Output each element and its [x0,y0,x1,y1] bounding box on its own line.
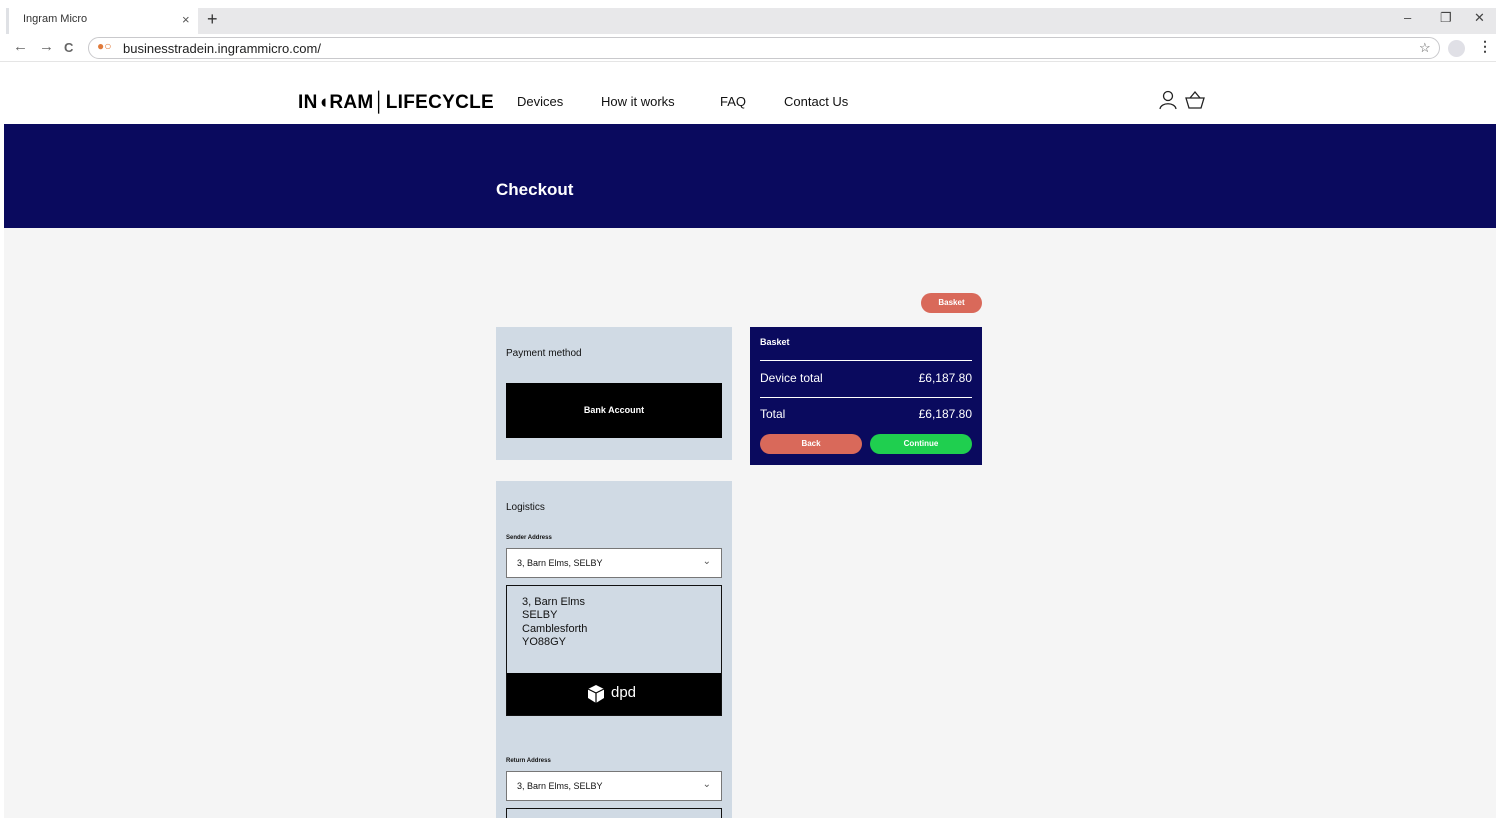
logistics-panel: Logistics Sender Address 3, Barn Elms, S… [496,481,732,820]
forward-arrow-icon[interactable]: → [39,39,54,55]
payment-method-heading: Payment method [506,348,582,359]
summary-title: Basket [760,337,790,347]
summary-divider [760,397,972,398]
address-bar-row: ← → C ●○ businesstradein.ingrammicro.com… [0,34,1496,62]
address-line: YO88GY [522,636,567,648]
sender-address-select[interactable]: 3, Barn Elms, SELBY ⌄ [506,548,722,578]
browser-menu-icon[interactable]: ⋮ [1478,38,1492,55]
tab-title: Ingram Micro [23,13,88,25]
page-title: Checkout [496,180,574,199]
return-address-label: Return Address [506,758,551,764]
basket-pill-button[interactable]: Basket [921,293,982,313]
new-tab-button[interactable]: + [207,10,218,28]
url-text: businesstradein.ingrammicro.com/ [123,41,321,56]
summary-divider [760,360,972,361]
payment-method-panel: Payment method Bank Account [496,327,732,460]
nav-contact-us[interactable]: Contact Us [784,94,848,109]
minimize-icon[interactable]: – [1404,10,1411,25]
bookmark-star-icon[interactable]: ☆ [1419,40,1431,56]
chevron-down-icon: ⌄ [702,779,711,790]
sender-address-label: Sender Address [506,535,552,541]
site-header: IN◖RAM│LIFECYCLE Devices How it works FA… [4,62,1496,124]
reload-icon[interactable]: C [64,40,73,56]
total-value: £6,187.80 [918,407,972,421]
checkout-hero: Checkout [4,124,1496,228]
close-window-icon[interactable]: ✕ [1474,10,1485,26]
browser-tab-bar: Ingram Micro × + – ❐ ✕ [0,0,1496,34]
nav-faq[interactable]: FAQ [720,94,746,109]
total-label: Total [760,407,786,421]
carrier-dpd-bar: dpd [507,673,721,715]
checkout-main: Basket Payment method Bank Account Baske… [4,228,1496,820]
bank-account-button[interactable]: Bank Account [506,383,722,438]
chevron-down-icon: ⌄ [702,556,711,567]
tab-strip [198,8,1496,34]
dpd-cube-icon [587,684,605,709]
return-address-select[interactable]: 3, Barn Elms, SELBY ⌄ [506,771,722,801]
sender-address-card: 3, Barn Elms SELBY Camblesforth YO88GY d… [506,585,722,716]
return-address-value: 3, Barn Elms, SELBY [517,781,603,791]
back-button[interactable]: Back [760,434,862,454]
basket-icon[interactable] [1184,90,1206,115]
address-line: SELBY [522,609,558,621]
nav-devices[interactable]: Devices [517,94,563,109]
ingram-lifecycle-logo[interactable]: IN◖RAM│LIFECYCLE [298,92,494,114]
url-input[interactable]: ●○ businesstradein.ingrammicro.com/ ☆ [88,37,1440,59]
page-bottom-edge [0,818,1496,825]
address-line: 3, Barn Elms [522,596,585,608]
address-line: Camblesforth [522,623,588,635]
carrier-name: dpd [611,684,637,701]
browser-tab[interactable]: Ingram Micro × [6,8,196,34]
sender-address-value: 3, Barn Elms, SELBY [517,558,603,568]
user-icon[interactable] [1159,90,1177,115]
continue-button[interactable]: Continue [870,434,972,454]
nav-how-it-works[interactable]: How it works [601,94,675,109]
device-total-value: £6,187.80 [918,371,972,385]
tab-close-icon[interactable]: × [182,12,190,27]
basket-summary: Basket Device total £6,187.80 Total £6,1… [750,327,982,465]
back-arrow-icon[interactable]: ← [13,39,28,55]
restore-icon[interactable]: ❐ [1440,10,1452,26]
site-info-icon[interactable]: ●○ [97,39,112,53]
device-total-label: Device total [760,371,823,385]
logistics-heading: Logistics [506,502,545,513]
profile-avatar[interactable] [1448,40,1465,57]
